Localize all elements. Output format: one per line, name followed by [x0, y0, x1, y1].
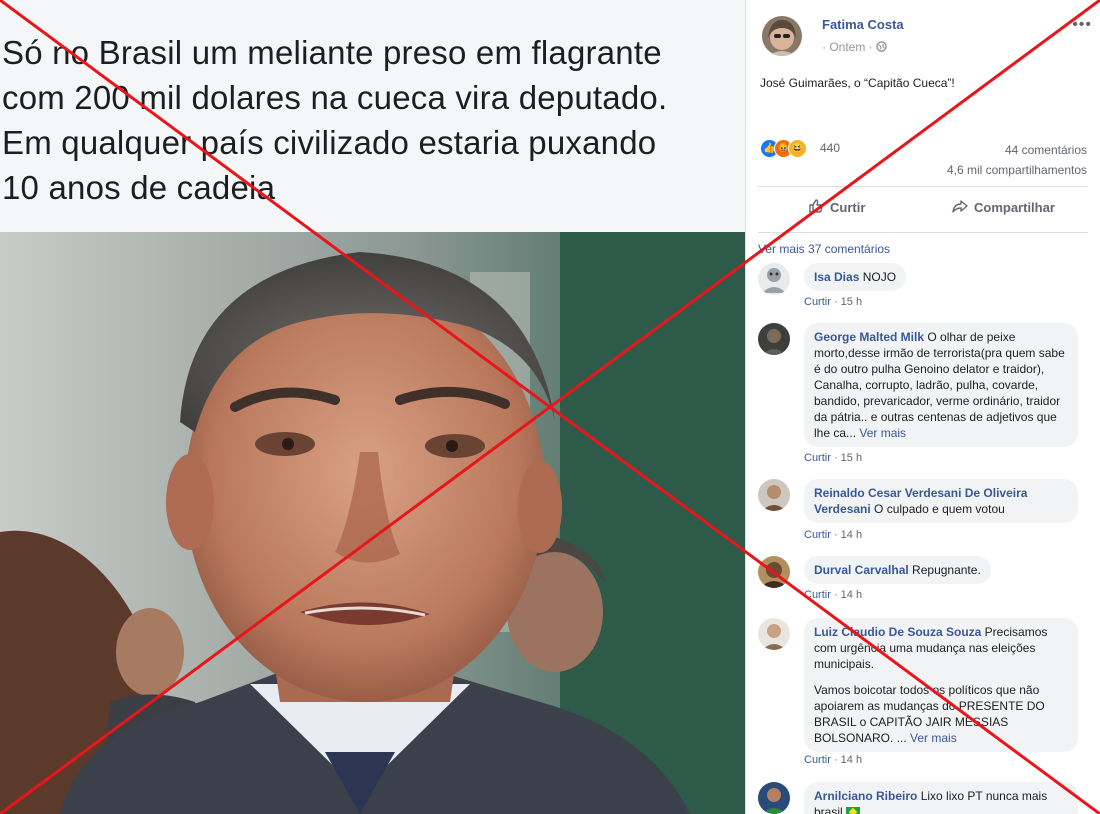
comment-item: Luiz Claudio De Souza Souza Precisamos c… [758, 618, 1088, 770]
see-more-comments-link[interactable]: Ver mais 37 comentários [758, 242, 890, 256]
commenter-name[interactable]: Durval Carvalhal [814, 563, 909, 577]
divider [758, 232, 1088, 233]
commenter-avatar[interactable] [758, 618, 790, 650]
commenter-name[interactable]: Isa Dias [814, 270, 859, 284]
comment-like-link[interactable]: Curtir [804, 589, 831, 601]
caption-line: 10 anos de cadeia [2, 169, 276, 206]
comment-bubble: Luiz Claudio De Souza Souza Precisamos c… [804, 618, 1078, 752]
comment-bubble: Reinaldo Cesar Verdesani De Oliveira Ver… [804, 479, 1078, 523]
more-options-icon[interactable]: ••• [1072, 16, 1092, 34]
share-button-label: Compartilhar [974, 200, 1055, 215]
comment-bubble: Isa Dias NOJO [804, 263, 907, 291]
comments-count[interactable]: 44 comentários [947, 140, 1087, 160]
post-meta: · Ontem · [822, 40, 887, 54]
comment-text: Repugnante. [908, 563, 981, 577]
comment-like-link[interactable]: Curtir [804, 529, 831, 541]
reaction-count: 440 [820, 141, 841, 155]
haha-reaction-icon: 😆 [788, 139, 807, 158]
comment-like-link[interactable]: Curtir [804, 452, 831, 464]
post-stats: 44 comentários 4,6 mil compartilhamentos [947, 140, 1087, 180]
comment-time[interactable]: · 15 h [831, 296, 862, 308]
comment-footer: Curtir · 14 h [804, 589, 862, 601]
comment-text: NOJO [859, 270, 897, 284]
image-caption: Só no Brasil um meliante preso em flagra… [2, 30, 745, 210]
comment-time[interactable]: · 14 h [831, 589, 862, 601]
shares-count[interactable]: 4,6 mil compartilhamentos [947, 160, 1087, 180]
post-author[interactable]: Fatima Costa [822, 17, 904, 32]
commenter-name[interactable]: Luiz Claudio De Souza Souza [814, 625, 981, 639]
thumbs-up-icon [808, 198, 824, 217]
like-button[interactable]: Curtir [808, 198, 865, 217]
comment-like-link[interactable]: Curtir [804, 754, 831, 766]
comment-bubble: Arnilciano Ribeiro Lixo lixo PT nunca ma… [804, 782, 1078, 814]
comment-like-link[interactable]: Curtir [804, 296, 831, 308]
comments-panel: Fatima Costa · Ontem · ••• José Guimarãe… [745, 0, 1100, 814]
comment-see-more-link[interactable]: Ver mais [859, 426, 906, 440]
comment-footer: Curtir · 15 h [804, 452, 862, 464]
commenter-avatar[interactable] [758, 556, 790, 588]
post-time[interactable]: · Ontem · [822, 40, 873, 54]
caption-line: Em qualquer país civilizado estaria puxa… [2, 124, 657, 161]
comment-bubble: Durval Carvalhal Repugnante. [804, 556, 991, 584]
comment-see-more-link[interactable]: Ver mais [910, 731, 957, 745]
comment-text: O olhar de peixe morto,desse irmão de te… [814, 330, 1065, 440]
comment-footer: Curtir · 14 h [804, 529, 862, 541]
comment-item: Durval Carvalhal Repugnante. Curtir · 14… [758, 556, 1088, 604]
share-button[interactable]: Compartilhar [952, 198, 1055, 217]
commenter-avatar[interactable] [758, 782, 790, 814]
brazil-flag-icon [846, 807, 861, 814]
caption-line: com 200 mil dolares na cueca vira deputa… [2, 79, 668, 116]
commenter-name[interactable]: George Malted Milk [814, 330, 924, 344]
commenter-avatar[interactable] [758, 263, 790, 295]
comment-footer: Curtir · 14 h [804, 754, 862, 766]
comment-time[interactable]: · 14 h [831, 754, 862, 766]
post-text: José Guimarães, o “Capitão Cueca”! [760, 76, 955, 90]
post-image[interactable]: Só no Brasil um meliante preso em flagra… [0, 0, 745, 814]
commenter-avatar[interactable] [758, 479, 790, 511]
like-button-label: Curtir [830, 200, 866, 215]
caption-line: Só no Brasil um meliante preso em flagra… [2, 34, 662, 71]
comment-item: Reinaldo Cesar Verdesani De Oliveira Ver… [758, 479, 1088, 541]
image-caption-area: Só no Brasil um meliante preso em flagra… [0, 0, 745, 232]
comment-item: Arnilciano Ribeiro Lixo lixo PT nunca ma… [758, 782, 1088, 814]
commenter-name[interactable]: Arnilciano Ribeiro [814, 789, 917, 803]
comment-bubble: George Malted Milk O olhar de peixe mort… [804, 323, 1078, 447]
author-avatar[interactable] [762, 16, 802, 56]
comment-text: O culpado e quem votou [870, 502, 1005, 516]
comment-footer: Curtir · 15 h [804, 296, 862, 308]
comment-item: Isa Dias NOJO Curtir · 15 h [758, 263, 1088, 311]
politician-photo [0, 232, 745, 814]
globe-icon [876, 40, 887, 54]
post-header: Fatima Costa · Ontem · ••• [758, 14, 1098, 58]
divider [758, 186, 1088, 187]
comment-time[interactable]: · 15 h [831, 452, 862, 464]
share-arrow-icon [952, 198, 968, 217]
comment-item: George Malted Milk O olhar de peixe mort… [758, 323, 1088, 469]
commenter-avatar[interactable] [758, 323, 790, 355]
comment-time[interactable]: · 14 h [831, 529, 862, 541]
